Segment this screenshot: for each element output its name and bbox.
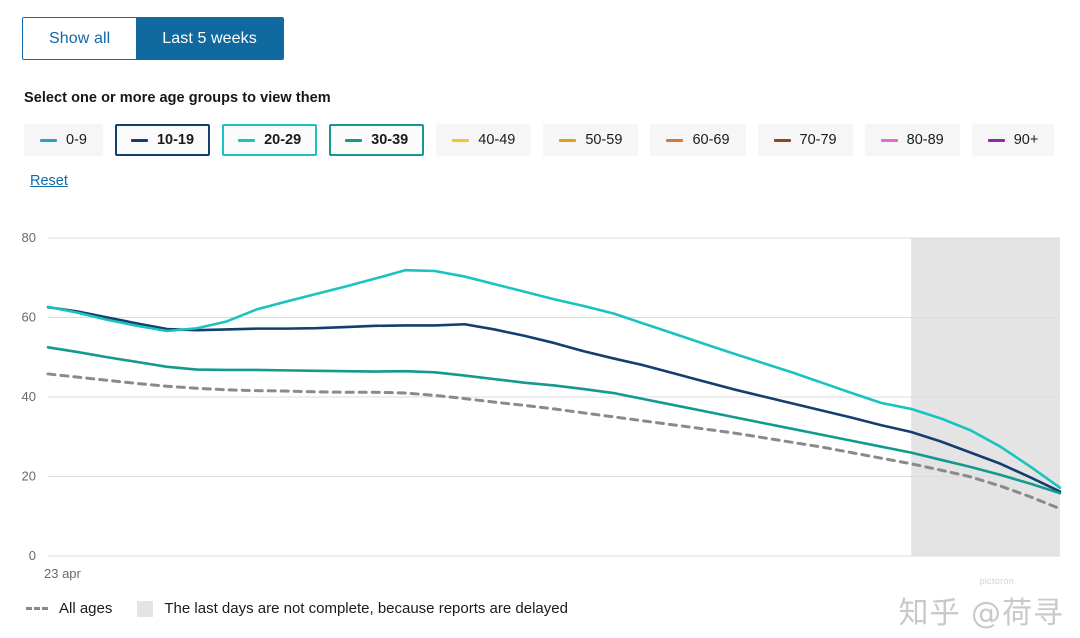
x-axis-tick-label: 23 apr xyxy=(44,566,82,581)
age-group-color-swatch-icon xyxy=(130,138,148,142)
incomplete-legend-label: The last days are not complete, because … xyxy=(164,600,568,617)
reset-filters-link[interactable]: Reset xyxy=(30,165,68,197)
series-line-all-ages xyxy=(46,372,1062,511)
age-group-chip-70-79[interactable]: 70-79 xyxy=(757,124,853,156)
age-group-chip-label: 60-69 xyxy=(692,132,730,148)
age-group-color-swatch-icon xyxy=(559,138,577,142)
age-group-color-swatch-icon xyxy=(666,138,684,142)
age-group-chip-label: 90+ xyxy=(1013,132,1039,148)
age-group-color-swatch-icon xyxy=(345,138,363,142)
age-group-filter-list: 0-9 10-19 20-29 30-39 40-49 50-59 60-69 70-79 80… xyxy=(24,124,1059,197)
age-group-color-swatch-icon xyxy=(773,138,791,142)
view-range-tabs[interactable]: Show all Last 5 weeks xyxy=(22,17,284,60)
age-group-color-swatch-icon xyxy=(987,138,1005,142)
watermark-subtext: pictoron xyxy=(979,576,1014,586)
age-group-chip-60-69[interactable]: 60-69 xyxy=(650,124,746,156)
age-group-color-swatch-icon xyxy=(880,138,898,142)
age-group-chip-80-89[interactable]: 80-89 xyxy=(864,124,960,156)
watermark: 知乎 @荷寻 xyxy=(898,596,1064,631)
chart-footer-legend: All ages The last days are not complete,… xyxy=(26,600,568,617)
age-group-color-swatch-icon xyxy=(452,138,470,142)
age-group-chip-50-59[interactable]: 50-59 xyxy=(543,124,639,156)
y-axis-tick-label: 80 xyxy=(22,230,36,245)
chart-gridlines xyxy=(48,237,1060,557)
incidence-line-chart: 0 20 40 60 80 23 apr xyxy=(0,222,1080,582)
tab-last-5-weeks[interactable]: Last 5 weeks xyxy=(136,18,283,59)
age-group-chip-label: 10-19 xyxy=(156,132,195,148)
age-group-chip-20-29[interactable]: 20-29 xyxy=(222,124,318,156)
tab-show-all[interactable]: Show all xyxy=(23,18,137,59)
age-group-chip-label: 30-39 xyxy=(371,132,409,148)
chart-series-lines xyxy=(46,268,1062,511)
y-axis-tick-label: 60 xyxy=(22,310,36,325)
all-ages-legend-label: All ages xyxy=(59,600,113,617)
age-group-color-swatch-icon xyxy=(238,138,256,142)
series-line-30-39 xyxy=(46,346,1062,495)
all-ages-dash-icon xyxy=(26,607,48,610)
x-axis-tick-labels: 23 apr xyxy=(44,566,82,581)
age-group-chip-90plus[interactable]: 90+ xyxy=(971,124,1055,156)
y-axis-tick-label: 20 xyxy=(22,469,36,484)
y-axis-tick-label: 40 xyxy=(22,389,36,404)
age-group-chip-label: 40-49 xyxy=(478,132,516,148)
age-group-chip-label: 20-29 xyxy=(264,132,302,148)
y-axis-tick-labels: 0 20 40 60 80 xyxy=(22,230,36,563)
age-group-chip-40-49[interactable]: 40-49 xyxy=(436,124,532,156)
page-title: Select one or more age groups to view th… xyxy=(24,90,331,106)
age-group-chip-label: 70-79 xyxy=(799,132,837,148)
age-group-chip-label: 80-89 xyxy=(906,132,944,148)
age-group-chip-label: 50-59 xyxy=(585,132,623,148)
age-group-color-swatch-icon xyxy=(40,138,57,142)
age-group-chip-0-9[interactable]: 0-9 xyxy=(24,124,103,156)
age-group-chip-label: 0-9 xyxy=(66,132,87,148)
age-group-chip-10-19[interactable]: 10-19 xyxy=(114,124,211,156)
chart-svg: 0 20 40 60 80 23 apr xyxy=(22,230,1062,581)
incomplete-band-swatch-icon xyxy=(137,600,154,617)
series-line-20-29 xyxy=(46,268,1062,489)
age-group-chip-30-39[interactable]: 30-39 xyxy=(329,124,425,156)
y-axis-tick-label: 0 xyxy=(29,548,36,563)
